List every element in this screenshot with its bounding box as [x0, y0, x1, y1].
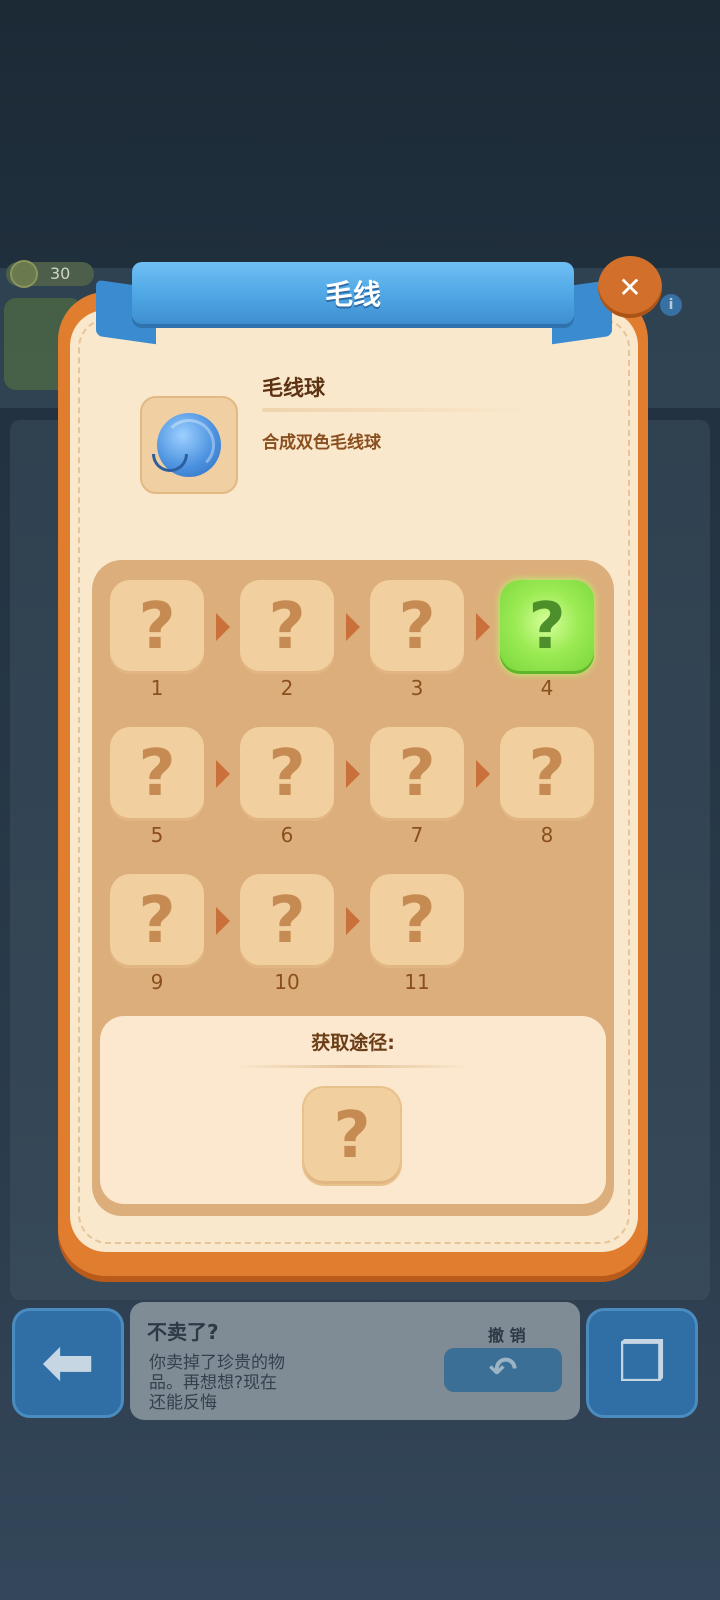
chain-level-number: 10: [274, 970, 300, 994]
chain-level-number: 5: [150, 823, 164, 847]
close-icon: ✕: [618, 270, 642, 304]
sell-undo-line: 你卖掉了珍贵的物: [149, 1353, 285, 1373]
item-description: 合成双色毛线球: [262, 433, 381, 453]
question-mark-icon: ?: [138, 590, 176, 664]
info-icon: i: [660, 294, 682, 316]
item-icon-frame: [140, 396, 238, 494]
question-mark-icon: ?: [528, 737, 566, 811]
coin-icon: [10, 260, 38, 288]
chain-level-number: 3: [410, 676, 424, 700]
chain-level-number: 8: [540, 823, 554, 847]
chain-level-number: 6: [280, 823, 294, 847]
question-mark-icon: ?: [138, 884, 176, 958]
chain-arrow-icon: [476, 613, 490, 641]
question-mark-icon: ?: [333, 1099, 371, 1173]
chain-tile[interactable]: ?: [500, 580, 594, 674]
storage-box-button[interactable]: ❒: [586, 1308, 698, 1418]
chain-level-number: 2: [280, 676, 294, 700]
coin-count: 30: [50, 264, 71, 283]
chain-arrow-icon: [346, 760, 360, 788]
chain-tile[interactable]: ?: [370, 580, 464, 674]
popup-title: 毛线: [324, 278, 381, 311]
item-divider: [262, 408, 532, 412]
chain-level-number: 4: [540, 676, 554, 700]
chain-level-number: 9: [150, 970, 164, 994]
chain-arrow-icon: [476, 760, 490, 788]
source-title: 获取途径:: [311, 1032, 395, 1054]
chain-tile[interactable]: ?: [370, 874, 464, 968]
sell-undo-title: 不卖了?: [147, 1320, 219, 1344]
chain-arrow-icon: [216, 760, 230, 788]
question-mark-icon: ?: [398, 590, 436, 664]
item-name: 毛线球: [262, 376, 325, 400]
question-mark-icon: ?: [268, 590, 306, 664]
chain-arrow-icon: [346, 907, 360, 935]
chain-tile[interactable]: ?: [110, 874, 204, 968]
undo-arrow-icon: ↶: [488, 1350, 518, 1390]
chain-arrow-icon: [346, 613, 360, 641]
question-mark-icon: ?: [398, 737, 436, 811]
chain-tile[interactable]: ?: [240, 727, 334, 821]
question-mark-icon: ?: [268, 884, 306, 958]
box-icon: ❒: [617, 1331, 667, 1394]
undo-button[interactable]: ↶: [444, 1348, 562, 1392]
question-mark-icon: ?: [528, 590, 566, 664]
chain-level-number: 7: [410, 823, 424, 847]
question-mark-icon: ?: [398, 884, 436, 958]
sell-undo-line: 还能反悔: [149, 1393, 217, 1413]
chain-tile[interactable]: ?: [240, 580, 334, 674]
chain-tile[interactable]: ?: [500, 727, 594, 821]
chain-arrow-icon: [216, 613, 230, 641]
chain-tile[interactable]: ?: [110, 727, 204, 821]
sell-undo-line: 品。再想想?现在: [149, 1373, 278, 1393]
chain-tile[interactable]: ?: [370, 727, 464, 821]
back-button[interactable]: ⬅: [12, 1308, 124, 1418]
source-divider: [232, 1065, 472, 1068]
popup-title-ribbon: 毛线: [132, 262, 574, 324]
chain-level-number: 11: [404, 970, 430, 994]
chain-tile[interactable]: ?: [110, 580, 204, 674]
chain-arrow-icon: [216, 907, 230, 935]
question-mark-icon: ?: [138, 737, 176, 811]
undo-label: 撤 销: [488, 1326, 526, 1345]
source-tile[interactable]: ?: [304, 1088, 400, 1184]
chain-level-number: 1: [150, 676, 164, 700]
coin-counter: 30: [6, 260, 94, 288]
question-mark-icon: ?: [268, 737, 306, 811]
close-button[interactable]: ✕: [598, 256, 662, 318]
chain-tile[interactable]: ?: [240, 874, 334, 968]
back-arrow-icon: ⬅: [41, 1326, 95, 1400]
